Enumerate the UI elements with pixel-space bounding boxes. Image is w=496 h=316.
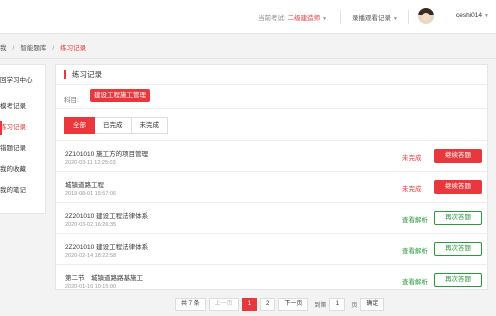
tab-completed[interactable]: 已完成 <box>95 117 132 134</box>
goto-label: 到第 <box>314 302 327 309</box>
sidebar-item-wrong-questions[interactable]: 错题记录 <box>0 139 46 159</box>
view-analysis-link[interactable]: 查看解析 <box>402 214 428 224</box>
list-item: 2Z101010 施工方的项目管理 2020-03-11 12:25:03 未完… <box>56 140 489 171</box>
record-menu[interactable]: 录播观看记录 ▼ <box>352 12 398 22</box>
list-item: 2Z201010 建设工程法律体系 2020-03-02 16:26:35 查看… <box>56 202 489 233</box>
confirm-button[interactable]: 确定 <box>360 297 385 311</box>
retry-button[interactable]: 再次答题 <box>434 211 482 225</box>
records-list: 2Z101010 施工方的项目管理 2020-03-11 12:25:03 未完… <box>55 140 489 290</box>
current-exam-value[interactable]: 二级建造师 <box>288 15 321 22</box>
view-analysis-link[interactable]: 查看解析 <box>402 245 428 255</box>
prev-page-button[interactable]: 上一页 <box>208 297 239 311</box>
chevron-down-icon: ▼ <box>484 13 489 19</box>
tab-all[interactable]: 全部 <box>64 117 95 134</box>
list-item: 第二节 城镇道路路基施工 2020-01-16 10:15:00 查看解析 再次… <box>56 264 489 295</box>
record-title[interactable]: 城镇道路工程 <box>65 179 104 189</box>
page-title: 练习记录 <box>64 70 102 79</box>
pagination: 共 7 条 上一页 1 2 下一页 到第 1 页 确定 <box>175 297 387 311</box>
record-title[interactable]: 2Z201010 建设工程法律体系 <box>65 241 148 251</box>
avatar[interactable] <box>418 8 434 24</box>
record-title[interactable]: 第二节 城镇道路路基施工 <box>65 272 143 282</box>
divider <box>0 58 496 59</box>
view-analysis-link[interactable]: 查看解析 <box>402 276 428 286</box>
page-1-button[interactable]: 1 <box>241 297 258 311</box>
retry-button[interactable]: 再次答题 <box>434 242 482 256</box>
sidebar-title[interactable]: 回学习中心 <box>0 74 33 84</box>
record-title[interactable]: 2Z201010 建设工程法律体系 <box>65 210 148 220</box>
divider <box>56 108 487 109</box>
record-status: 未完成 <box>402 186 422 193</box>
divider <box>56 84 487 85</box>
list-item: 城镇道路工程 2019-08-01 15:57:06 未完成 继续答题 <box>56 171 489 202</box>
subject-label: 科目: <box>64 97 79 104</box>
record-date: 2020-03-11 12:25:03 <box>65 160 116 166</box>
breadcrumb-item-question-bank[interactable]: 智能题库 <box>20 45 46 52</box>
chevron-down-icon: ▼ <box>322 16 328 22</box>
total-count: 共 7 条 <box>175 297 206 311</box>
breadcrumb-separator: / <box>12 45 15 52</box>
continue-button[interactable]: 继续答题 <box>434 149 482 163</box>
breadcrumb-current: 练习记录 <box>60 45 87 52</box>
divider <box>408 10 409 24</box>
filter-tabs: 全部 已完成 未完成 <box>64 117 168 134</box>
page-2-button[interactable]: 2 <box>260 297 276 311</box>
breadcrumb-separator: / <box>52 45 55 52</box>
username[interactable]: ceshi014 <box>456 12 482 19</box>
current-exam-label: 当前考试: <box>258 15 286 22</box>
record-title[interactable]: 2Z101010 施工方的项目管理 <box>65 148 148 158</box>
subject-button[interactable]: 建设工程施工管理 <box>90 89 150 102</box>
continue-button[interactable]: 继续答题 <box>434 180 482 194</box>
record-date: 2020-02-14 18:22:58 <box>65 253 117 259</box>
record-date: 2020-01-16 10:15:00 <box>65 284 117 290</box>
top-bar: 当前考试: 二级建造师 ▼ 录播观看记录 ▼ ceshi014 ▼ <box>0 0 496 34</box>
divider <box>340 10 341 24</box>
user-menu[interactable]: ceshi014 ▼ <box>456 12 489 19</box>
page-suffix: 页 <box>351 302 358 309</box>
sidebar-item-practice-records[interactable]: 练习记录 <box>0 118 46 138</box>
avatar-face <box>422 13 430 21</box>
list-item: 2Z201010 建设工程法律体系 2020-02-14 18:22:58 查看… <box>56 233 489 264</box>
breadcrumb-item-home[interactable]: 我 <box>0 45 7 52</box>
goto-page-input[interactable]: 1 <box>329 297 346 311</box>
record-menu-label[interactable]: 录播观看记录 <box>352 15 391 22</box>
record-date: 2020-03-02 16:26:35 <box>65 222 117 228</box>
sidebar-item-mock-exams[interactable]: 模考记录 <box>0 97 46 117</box>
next-page-button[interactable]: 下一页 <box>278 297 309 311</box>
sidebar-item-notes[interactable]: 我的笔记 <box>0 181 46 201</box>
record-date: 2019-08-01 15:57:06 <box>65 191 117 197</box>
practice-records-panel: 练习记录 科目: 建设工程施工管理 全部 已完成 未完成 <box>55 64 488 144</box>
chevron-down-icon: ▼ <box>393 16 398 22</box>
tab-incomplete[interactable]: 未完成 <box>131 117 168 134</box>
record-status: 未完成 <box>402 155 422 162</box>
sidebar: 回学习中心 模考记录 练习记录 错题记录 我的收藏 我的笔记 <box>0 64 46 214</box>
retry-button[interactable]: 再次答题 <box>434 273 482 287</box>
sidebar-item-favorites[interactable]: 我的收藏 <box>0 160 46 180</box>
current-exam-selector[interactable]: 当前考试: 二级建造师 ▼ <box>258 12 327 22</box>
breadcrumb: 我 / 智能题库 / 练习记录 <box>0 42 86 52</box>
